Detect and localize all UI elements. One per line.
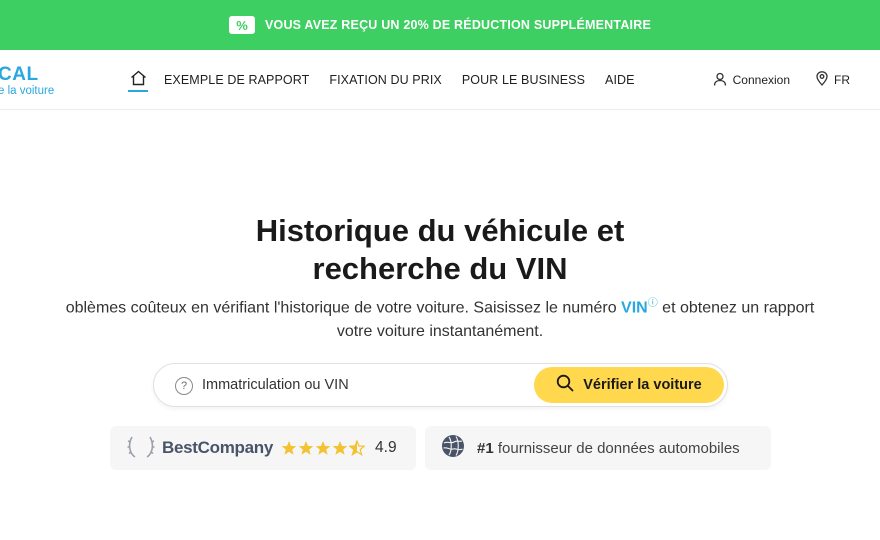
star-icon: [281, 441, 297, 455]
star-icon: [315, 441, 331, 455]
vin-search-input[interactable]: [202, 370, 522, 400]
provider-badge: #1 fournisseur de données automobiles: [425, 426, 771, 470]
language-label: FR: [834, 73, 850, 87]
logo-main-text: CAL: [0, 64, 39, 85]
promo-text: VOUS AVEZ REÇU UN 20% DE RÉDUCTION SUPPL…: [264, 18, 651, 32]
main-nav: EXEMPLE DE RAPPORT FIXATION DU PRIX POUR…: [128, 50, 655, 110]
user-icon: [713, 72, 727, 89]
info-icon[interactable]: ⓘ: [648, 298, 658, 309]
nav-item-help[interactable]: AIDE: [605, 73, 635, 87]
login-link[interactable]: Connexion: [713, 72, 790, 89]
star-icon: [298, 441, 314, 455]
desc-line-1-end: et obtenez un rapport: [657, 299, 815, 317]
question-mark-icon[interactable]: ?: [175, 377, 193, 395]
half-star-icon: [349, 440, 366, 456]
page-title: Historique du véhicule et recherche du V…: [0, 212, 880, 288]
vin-link[interactable]: VIN: [621, 299, 648, 316]
bestcompany-badge: BestCompany 4.9: [110, 426, 416, 470]
title-line-2: recherche du VIN: [312, 251, 568, 286]
header: CAL e la voiture EXEMPLE DE RAPPORT FIXA…: [0, 50, 880, 110]
provider-rank: #1: [477, 439, 494, 457]
login-label: Connexion: [732, 73, 790, 87]
header-actions: Connexion FR: [713, 50, 850, 110]
title-line-1: Historique du véhicule et: [255, 213, 625, 248]
provider-text: #1 fournisseur de données automobiles: [477, 440, 740, 457]
language-selector[interactable]: FR: [816, 71, 850, 89]
vin-search-form: ? Vérifier la voiture: [153, 363, 728, 407]
star-rating: [281, 440, 366, 456]
discount-tag-icon: %: [228, 16, 255, 34]
nav-item-sample-report[interactable]: EXEMPLE DE RAPPORT: [164, 73, 309, 87]
desc-line-1-start: oblèmes coûteux en vérifiant l'historiqu…: [65, 299, 622, 317]
location-pin-icon: [816, 71, 828, 89]
promo-banner[interactable]: % VOUS AVEZ REÇU UN 20% DE RÉDUCTION SUP…: [0, 0, 880, 50]
provider-description: fournisseur de données automobiles: [493, 439, 740, 457]
desc-line-2: votre voiture instantanément.: [336, 323, 544, 341]
logo[interactable]: CAL e la voiture: [0, 65, 54, 98]
globe-icon: [441, 434, 465, 463]
bestcompany-name: BestCompany: [162, 438, 274, 457]
logo-tagline: e la voiture: [0, 85, 55, 97]
check-car-button-label: Vérifier la voiture: [583, 377, 702, 393]
search-icon: [556, 374, 574, 396]
home-icon: [130, 70, 147, 91]
nav-home[interactable]: [128, 50, 148, 110]
star-icon: [332, 441, 348, 455]
hero-description: oblèmes coûteux en vérifiant l'historiqu…: [0, 292, 880, 344]
laurel-icon: [126, 432, 156, 465]
nav-item-pricing[interactable]: FIXATION DU PRIX: [329, 73, 442, 87]
rating-value: 4.9: [375, 439, 397, 456]
nav-item-business[interactable]: POUR LE BUSINESS: [462, 73, 585, 87]
check-car-button[interactable]: Vérifier la voiture: [534, 367, 724, 403]
